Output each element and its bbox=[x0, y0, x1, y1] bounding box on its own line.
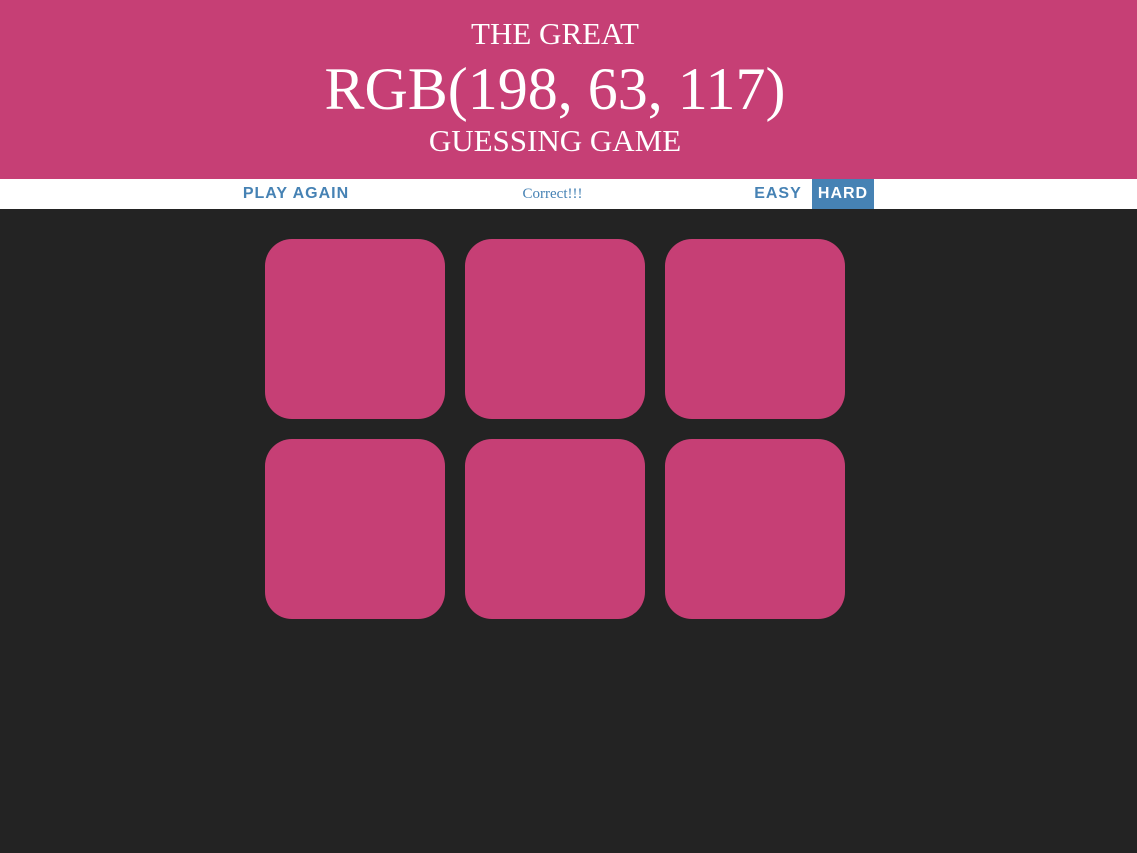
control-stripe: PLAY AGAIN Correct!!! EASY HARD bbox=[0, 179, 1137, 209]
color-square[interactable] bbox=[265, 439, 445, 619]
color-square[interactable] bbox=[665, 239, 845, 419]
color-square[interactable] bbox=[665, 439, 845, 619]
play-again-button[interactable]: PLAY AGAIN bbox=[233, 179, 359, 209]
easy-mode-button[interactable]: EASY bbox=[748, 179, 808, 209]
color-square[interactable] bbox=[465, 239, 645, 419]
title-top: THE GREAT bbox=[471, 16, 639, 51]
color-square[interactable] bbox=[265, 239, 445, 419]
color-square[interactable] bbox=[465, 439, 645, 619]
status-message: Correct!!! bbox=[522, 186, 583, 202]
hard-mode-button[interactable]: HARD bbox=[812, 179, 874, 209]
header: THE GREAT RGB(198, 63, 117) GUESSING GAM… bbox=[0, 0, 1137, 179]
rgb-display: RGB(198, 63, 117) bbox=[324, 56, 786, 122]
title-bottom: GUESSING GAME bbox=[428, 123, 682, 158]
